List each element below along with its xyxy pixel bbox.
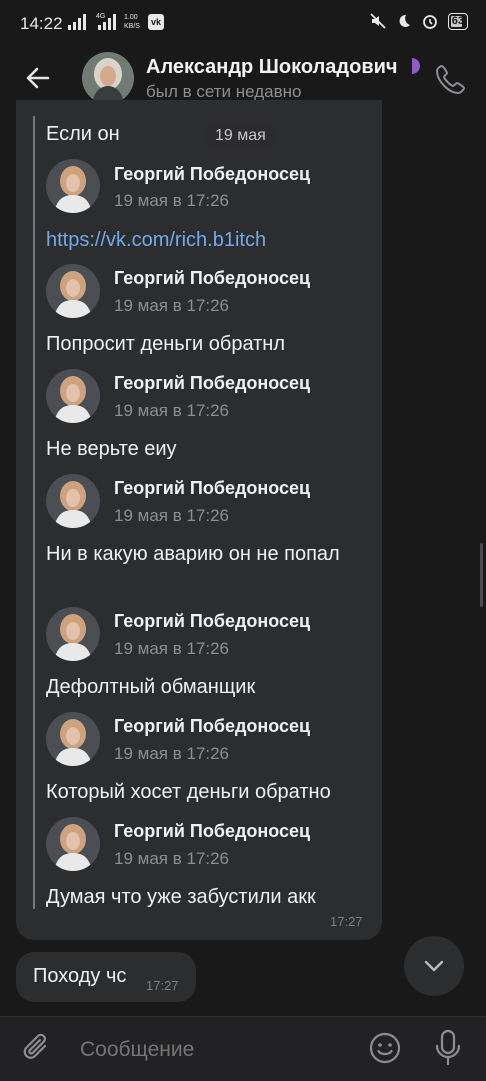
message-composer bbox=[0, 1016, 486, 1081]
attach-icon[interactable] bbox=[20, 1031, 54, 1065]
sender-name[interactable]: Георгий Победоносец bbox=[114, 373, 310, 394]
status-right: 63 bbox=[369, 12, 468, 30]
sender-avatar[interactable] bbox=[46, 607, 100, 661]
message-text: Думая что уже забустили акк bbox=[46, 886, 316, 908]
sender-time: 19 мая в 17:26 bbox=[114, 506, 229, 525]
signal-icon-2 bbox=[98, 14, 116, 30]
sender-time: 19 мая в 17:26 bbox=[114, 191, 229, 210]
net-speed-value: 1.00 bbox=[124, 14, 138, 21]
sender-avatar[interactable] bbox=[46, 712, 100, 766]
sender-avatar[interactable] bbox=[46, 369, 100, 423]
contact-avatar[interactable] bbox=[82, 52, 134, 104]
sender-avatar[interactable] bbox=[46, 264, 100, 318]
message-text: Походу чс bbox=[33, 965, 127, 987]
status-time: 14:22 bbox=[20, 14, 63, 33]
scroll-down-button[interactable] bbox=[404, 936, 464, 996]
sender-time: 19 мая в 17:26 bbox=[114, 639, 229, 658]
sender-name[interactable]: Георгий Победоносец bbox=[114, 821, 310, 842]
message-time: 17:27 bbox=[146, 978, 179, 993]
sender-name[interactable]: Георгий Победоносец bbox=[114, 478, 310, 499]
sender-time: 19 мая в 17:26 bbox=[114, 849, 229, 868]
sender-name[interactable]: Георгий Победоносец bbox=[114, 164, 310, 185]
microphone-icon[interactable] bbox=[432, 1029, 464, 1067]
forward-indicator-line bbox=[33, 116, 35, 909]
message-text: Попросит деньги обратнл bbox=[46, 333, 286, 355]
chevron-down-icon bbox=[424, 960, 444, 972]
signal-icon bbox=[68, 14, 86, 30]
moon-icon bbox=[399, 14, 410, 27]
message-input[interactable] bbox=[78, 1037, 342, 1063]
message-link[interactable]: https://vk.com/rich.b1itch bbox=[46, 226, 376, 254]
date-chip: 19 мая bbox=[204, 122, 277, 150]
sender-time: 19 мая в 17:26 bbox=[114, 744, 229, 763]
verified-badge-icon bbox=[412, 58, 420, 74]
sender-name[interactable]: Георгий Победоносец bbox=[114, 716, 310, 737]
message-text: Не верьте еиу bbox=[46, 438, 177, 460]
net-speed-unit: KB/S bbox=[124, 23, 140, 30]
sender-name[interactable]: Георгий Победоносец bbox=[114, 268, 310, 289]
message-time: 17:27 bbox=[330, 914, 363, 929]
battery-icon: 63 bbox=[447, 12, 468, 30]
message-text: Ни в какую аварию он не попал bbox=[46, 543, 340, 565]
alarm-icon bbox=[422, 15, 437, 29]
sender-time: 19 мая в 17:26 bbox=[114, 401, 229, 420]
contact-name[interactable]: Александр Шоколадович bbox=[146, 56, 398, 79]
emoji-icon[interactable] bbox=[368, 1031, 402, 1065]
message-text: Дефолтный обманщик bbox=[46, 676, 256, 698]
message-text: Который хосет деньги обратно bbox=[46, 781, 331, 803]
phone-icon[interactable] bbox=[434, 62, 468, 96]
sender-time: 19 мая в 17:26 bbox=[114, 296, 229, 315]
scrollbar[interactable] bbox=[480, 543, 483, 607]
contact-status: был в сети недавно bbox=[146, 82, 302, 101]
vk-icon: vk bbox=[148, 14, 164, 30]
sender-avatar[interactable] bbox=[46, 817, 100, 871]
back-arrow-icon[interactable] bbox=[22, 62, 54, 94]
mute-icon bbox=[370, 13, 386, 29]
sender-name[interactable]: Георгий Победоносец bbox=[114, 611, 310, 632]
status-bar: 14:22 4G 1.00 KB/S vk 63 bbox=[0, 0, 486, 46]
sender-avatar[interactable] bbox=[46, 159, 100, 213]
sender-avatar[interactable] bbox=[46, 474, 100, 528]
